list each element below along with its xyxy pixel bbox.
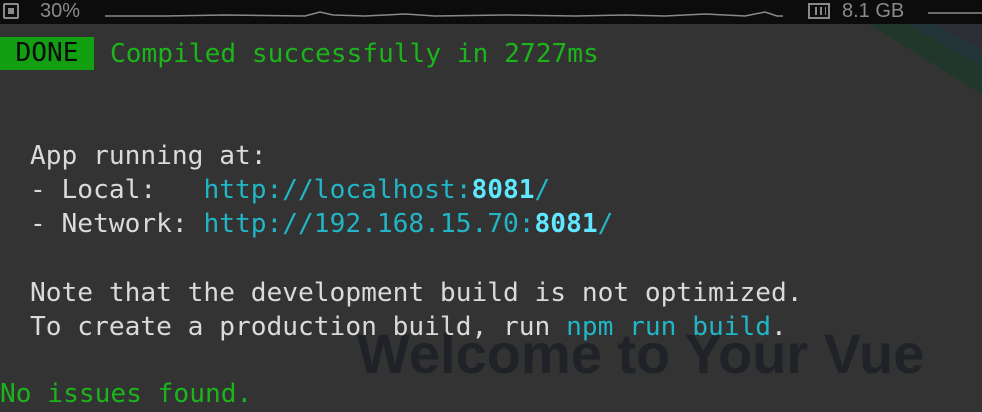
system-status-bar: 30% 8.1 GB [0, 0, 982, 24]
network-url-prefix: http://192.168.15.70: [203, 209, 535, 239]
production-build-suffix: . [771, 312, 787, 342]
cpu-usage-graph [105, 11, 783, 17]
local-url-line: - Local: http://localhost:8081/ [30, 173, 550, 207]
compiled-message: Compiled successfully in 2727ms [110, 39, 599, 69]
network-activity-indicator [928, 12, 982, 14]
done-badge: DONE [0, 37, 94, 70]
network-url-suffix: / [597, 209, 614, 239]
memory-icon [808, 3, 830, 19]
local-url-suffix: / [534, 175, 551, 205]
network-port: 8081 [534, 209, 598, 239]
development-build-note: Note that the development build is not o… [30, 278, 803, 308]
npm-run-build-command[interactable]: npm run build [566, 312, 771, 342]
production-build-hint: To create a production build, run npm ru… [30, 310, 787, 344]
local-label: - Local: [30, 175, 204, 205]
app-running-heading: App running at: [30, 141, 267, 171]
local-url-link[interactable]: http://localhost:8081/ [203, 175, 550, 205]
local-port: 8081 [471, 175, 535, 205]
local-url-prefix: http://localhost: [203, 175, 472, 205]
network-url-line: - Network: http://192.168.15.70:8081/ [30, 207, 613, 241]
network-url-link[interactable]: http://192.168.15.70:8081/ [203, 209, 613, 239]
network-label: - Network: [30, 209, 204, 239]
cpu-chip-icon [3, 3, 19, 19]
terminal-window[interactable]: Welcome to Your Vue 30% 8.1 GB DONE Comp… [0, 0, 982, 412]
no-issues-message: No issues found. [0, 379, 253, 409]
memory-usage-value: 8.1 GB [842, 0, 905, 22]
production-build-prefix: To create a production build, run [30, 312, 567, 342]
cpu-usage-value: 30% [40, 0, 81, 22]
